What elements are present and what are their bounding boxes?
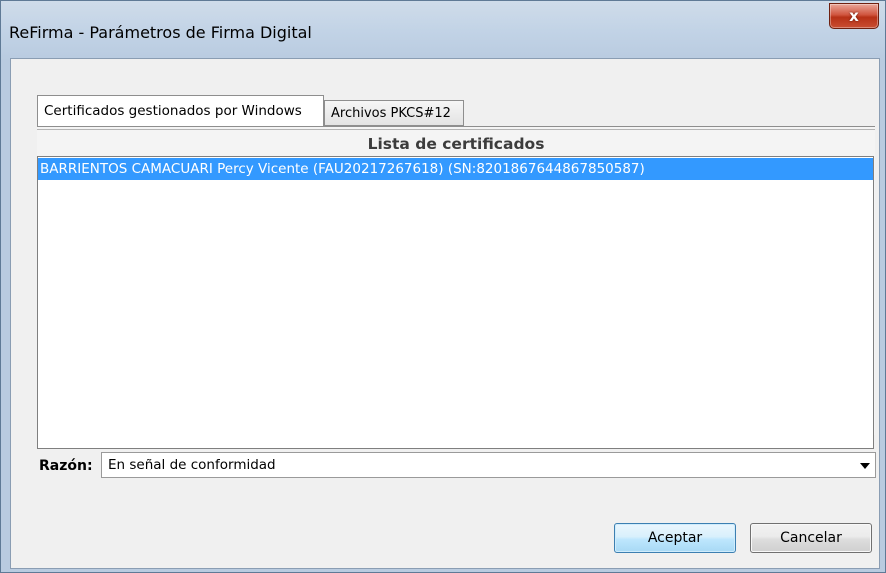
title-bar[interactable]: ReFirma - Parámetros de Firma Digital x <box>1 1 885 55</box>
accept-button[interactable]: Aceptar <box>614 523 736 553</box>
certificate-list[interactable]: BARRIENTOS CAMACUARI Percy Vicente (FAU2… <box>37 156 874 449</box>
window-title: ReFirma - Parámetros de Firma Digital <box>9 23 312 42</box>
close-icon: x <box>849 7 859 25</box>
chevron-down-icon[interactable] <box>860 463 870 469</box>
dialog-window: ReFirma - Parámetros de Firma Digital x … <box>0 0 886 573</box>
certificate-list-title: Lista de certificados <box>367 135 545 153</box>
reason-select[interactable]: En señal de conformidad <box>101 452 876 478</box>
dialog-client-area: Certificados gestionados por Windows Arc… <box>10 58 880 569</box>
reason-label: Razón: <box>39 458 93 474</box>
reason-select-value: En señal de conformidad <box>108 457 276 473</box>
tab-panel: Lista de certificados BARRIENTOS CAMACUA… <box>37 126 875 449</box>
panel-divider <box>37 129 875 130</box>
tab-pkcs12-files[interactable]: Archivos PKCS#12 <box>324 100 464 126</box>
close-button[interactable]: x <box>829 3 879 29</box>
certificate-list-item[interactable]: BARRIENTOS CAMACUARI Percy Vicente (FAU2… <box>38 158 873 180</box>
tab-windows-certificates[interactable]: Certificados gestionados por Windows <box>37 95 324 126</box>
cancel-button[interactable]: Cancelar <box>750 523 872 553</box>
